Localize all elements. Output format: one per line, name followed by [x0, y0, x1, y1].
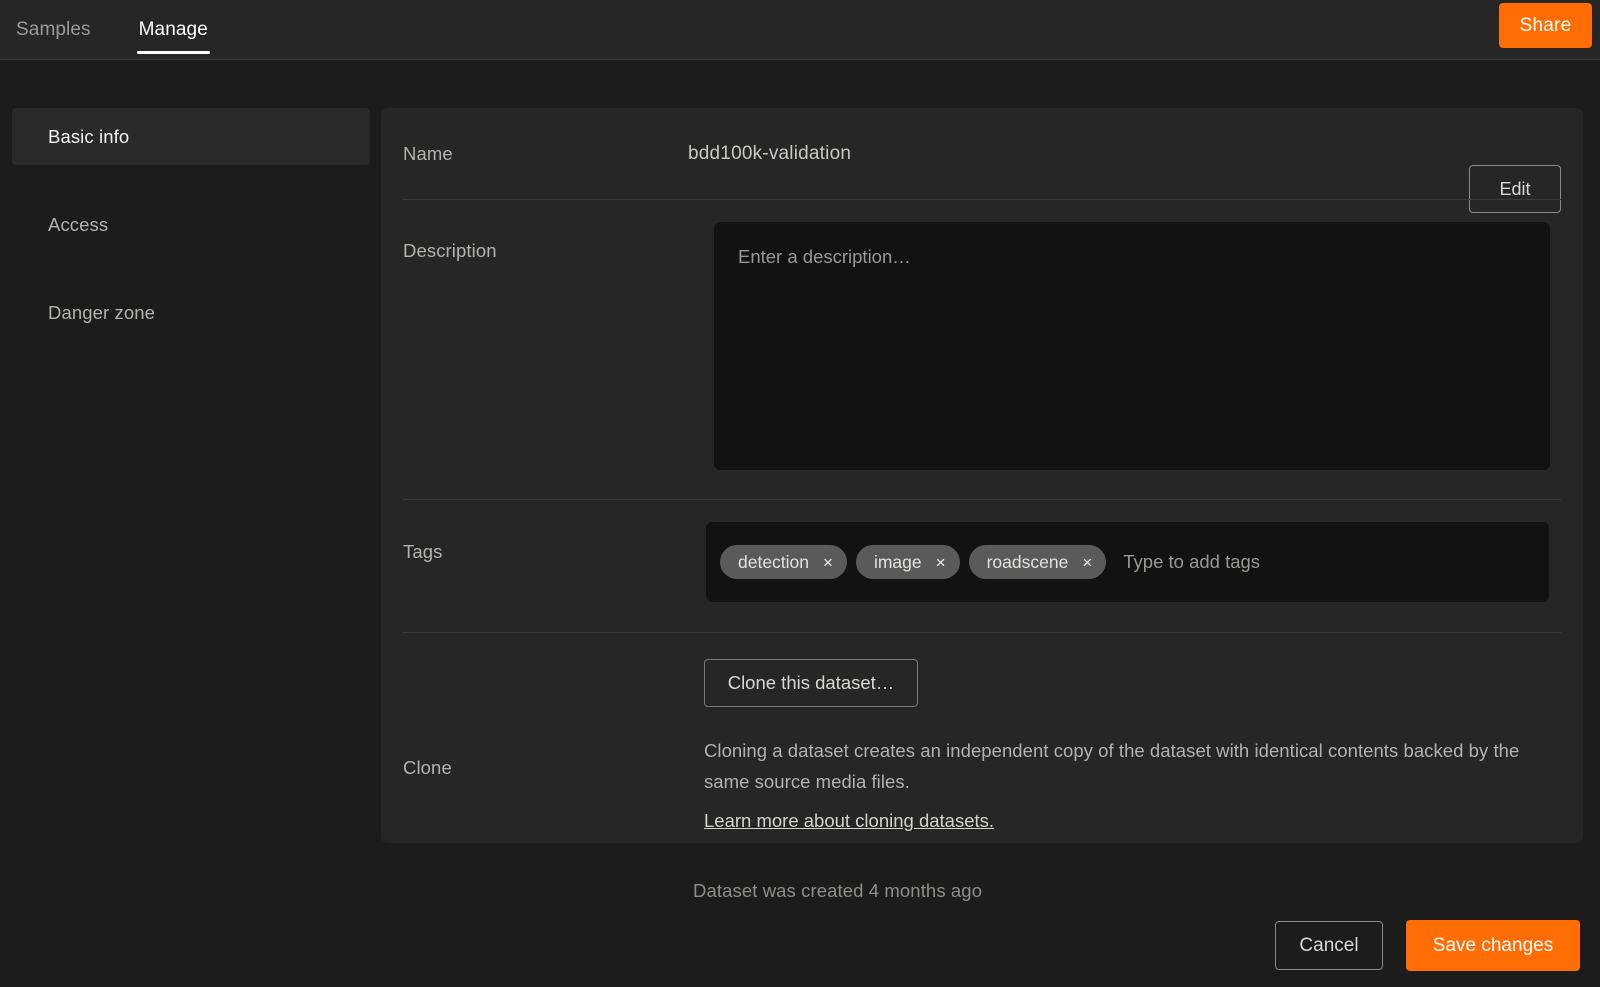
tag-chip-label: detection	[738, 551, 810, 572]
dataset-manage-page: Samples Manage Share Basic info Access D…	[0, 0, 1600, 987]
sidebar-item-basic-info[interactable]: Basic info	[12, 108, 370, 165]
description-body	[688, 222, 1561, 500]
clone-body: Clone this dataset… Cloning a dataset cr…	[688, 659, 1561, 841]
close-icon[interactable]: ×	[1082, 554, 1092, 571]
tab-bar: Samples Manage	[0, 0, 230, 59]
sidebar-item-access[interactable]: Access	[12, 196, 370, 253]
clone-dataset-button[interactable]: Clone this dataset…	[704, 659, 918, 707]
tags-row: Tags detection × image × roadscene ×	[381, 500, 1583, 633]
created-timestamp: Dataset was created 4 months ago	[693, 880, 983, 901]
sidebar-item-basic-info-label: Basic info	[48, 125, 130, 147]
tab-manage-label: Manage	[138, 18, 208, 40]
description-input[interactable]	[714, 222, 1550, 470]
cancel-button[interactable]: Cancel	[1275, 921, 1383, 970]
description-label: Description	[403, 240, 497, 261]
close-icon[interactable]: ×	[823, 554, 833, 571]
tags-label: Tags	[403, 541, 443, 562]
basic-info-panel: Name bdd100k-validation Edit Description…	[381, 108, 1583, 843]
name-body: bdd100k-validation Edit	[688, 143, 1561, 213]
clone-learn-more-link[interactable]: Learn more about cloning datasets.	[704, 810, 994, 832]
tag-chip[interactable]: image ×	[855, 545, 960, 579]
top-header: Samples Manage Share	[0, 0, 1600, 60]
sidebar-item-danger-zone-label: Danger zone	[48, 301, 156, 323]
share-button[interactable]: Share	[1499, 3, 1592, 48]
tags-input-container[interactable]: detection × image × roadscene ×	[706, 522, 1549, 602]
tag-chip[interactable]: roadscene ×	[968, 545, 1107, 579]
tab-manage[interactable]: Manage	[117, 0, 230, 59]
clone-description: Cloning a dataset creates an independent…	[704, 740, 1520, 792]
close-icon[interactable]: ×	[936, 554, 946, 571]
clone-row: Clone Clone this dataset… Cloning a data…	[381, 633, 1583, 841]
description-row: Description	[381, 200, 1583, 500]
tab-samples-label: Samples	[16, 18, 91, 40]
settings-sidebar: Basic info Access Danger zone	[12, 108, 370, 341]
name-row: Name bdd100k-validation Edit	[381, 108, 1583, 213]
dataset-name-value: bdd100k-validation	[688, 143, 852, 164]
tag-chip[interactable]: detection ×	[720, 545, 847, 579]
tag-chip-label: roadscene	[986, 551, 1069, 572]
tag-chip-label: image	[873, 551, 922, 572]
clone-label: Clone	[403, 757, 452, 778]
tab-samples[interactable]: Samples	[0, 0, 117, 59]
tags-input[interactable]	[1115, 551, 1535, 573]
tags-body: detection × image × roadscene ×	[688, 522, 1561, 633]
sidebar-item-access-label: Access	[48, 213, 109, 235]
name-label: Name	[403, 143, 453, 164]
footer-actions: Cancel Save changes	[1275, 920, 1580, 971]
sidebar-item-danger-zone[interactable]: Danger zone	[12, 284, 370, 341]
save-changes-button[interactable]: Save changes	[1406, 920, 1580, 971]
